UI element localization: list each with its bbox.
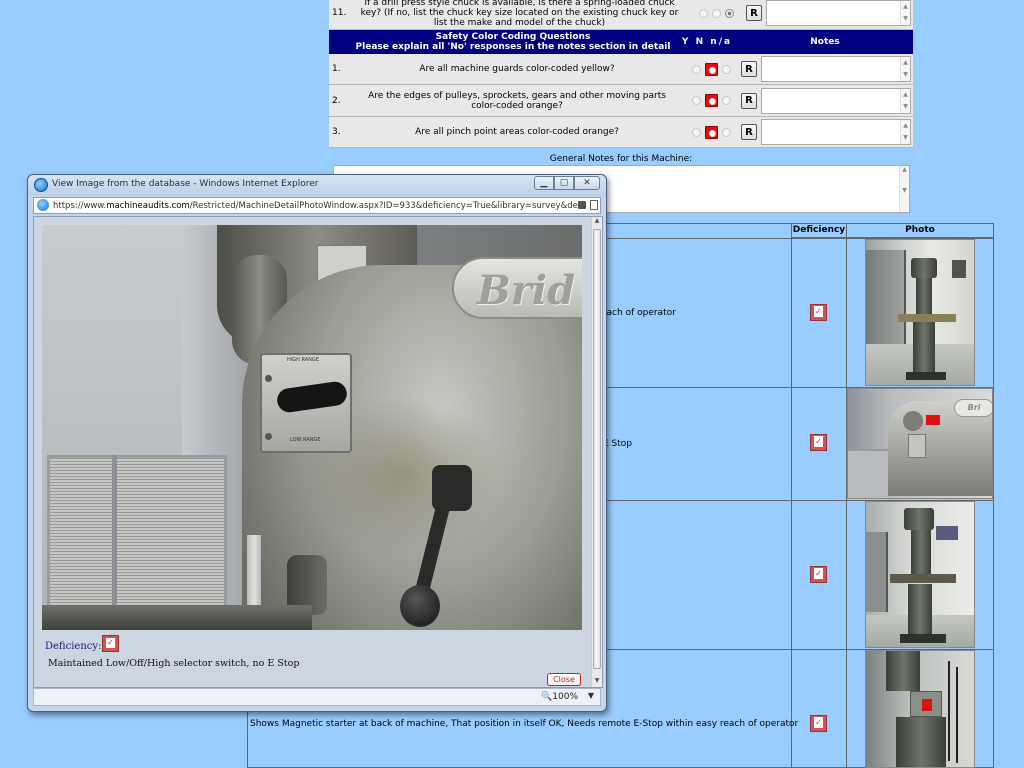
ie-page-icon — [37, 199, 49, 211]
radio-yes[interactable] — [691, 127, 701, 137]
machine-photo-thumbnail[interactable]: Bri — [847, 388, 993, 499]
question-row: 1. Are all machine guards color-coded ye… — [329, 54, 913, 85]
section-header: Safety Color Coding Questions Please exp… — [329, 30, 913, 54]
question-number: 2. — [332, 95, 341, 106]
scrollbar[interactable]: ▲ ▼ — [900, 57, 910, 81]
deficiency-checkbox[interactable] — [810, 566, 827, 583]
scrollbar[interactable]: ▲ ▼ — [900, 120, 910, 144]
url-text: https://www.machineaudits.com/Restricted… — [53, 201, 578, 211]
scroll-up-arrow[interactable]: ▲ — [592, 217, 602, 227]
section-title: Safety Color Coding Questions Please exp… — [329, 32, 677, 52]
question-row: 3. Are all pinch point areas color-coded… — [329, 117, 913, 148]
zoom-level[interactable]: 🔍100% — [541, 692, 578, 702]
zoom-value: 100% — [552, 692, 578, 702]
window-controls: ▁ ▢ ✕ — [534, 176, 600, 190]
radio-na[interactable] — [721, 96, 731, 105]
reset-button[interactable]: R — [741, 61, 757, 77]
radio-yes[interactable] — [698, 8, 708, 18]
photo-row-description: each of operator — [601, 308, 676, 318]
question-row: 2. Are the edges of pulleys, sprockets, … — [329, 85, 913, 117]
answer-radios — [685, 94, 737, 107]
question-text: Are all pinch point areas color-coded or… — [415, 127, 619, 137]
minimize-button[interactable]: ▁ — [534, 176, 554, 190]
notes-textarea[interactable]: ▲ ▼ — [761, 87, 911, 114]
col-n-header: N — [695, 37, 706, 47]
section-title-line1: Safety Color Coding Questions — [435, 32, 591, 42]
deficiency-header: Deficiency — [792, 224, 846, 238]
radio-no[interactable] — [711, 8, 721, 18]
switch-high-label: HIGH RANGE — [287, 357, 319, 363]
reset-button[interactable]: R — [746, 5, 762, 21]
window-titlebar[interactable]: View Image from the database - Windows I… — [28, 175, 606, 196]
scrollbar[interactable]: ▲ ▼ — [900, 1, 910, 25]
photo-description: Maintained Low/Off/High selector switch,… — [48, 658, 300, 669]
answer-column-headers: Y N n/a — [677, 37, 737, 47]
brand-text: Brid — [477, 267, 576, 314]
window-title: View Image from the database - Windows I… — [52, 179, 319, 189]
question-number: 11. — [332, 8, 347, 18]
page-icon[interactable] — [590, 200, 598, 210]
col-y-header: Y — [681, 37, 691, 47]
close-button[interactable]: Close — [547, 673, 581, 686]
scrollbar[interactable]: ▲ ▼ — [899, 166, 909, 212]
answer-radios — [685, 125, 737, 139]
photo-popup-window: View Image from the database - Windows I… — [27, 174, 607, 712]
question-number: 1. — [332, 64, 341, 74]
answer-radios — [690, 8, 742, 18]
radio-yes[interactable] — [691, 64, 701, 74]
notes-header: Notes — [810, 37, 840, 47]
radio-na[interactable] — [721, 127, 731, 137]
col-na-header: n/a — [710, 37, 733, 47]
scrollbar-thumb[interactable] — [593, 229, 601, 669]
maximize-button[interactable]: ▢ — [554, 176, 574, 190]
deficiency-checkbox[interactable] — [102, 635, 119, 652]
ie-logo-icon — [34, 178, 48, 192]
radio-no[interactable] — [704, 125, 718, 139]
reset-button[interactable]: R — [741, 92, 757, 109]
scroll-down-arrow[interactable]: ▼ — [592, 677, 602, 687]
radio-na[interactable] — [721, 64, 731, 74]
photo-header: Photo — [847, 224, 993, 238]
reset-button[interactable]: R — [741, 124, 757, 140]
question-text: If a drill press style chuck is availabl… — [360, 0, 679, 28]
switch-low-label: LOW RANGE — [290, 437, 321, 443]
deficiency-label: Deficiency: — [45, 641, 102, 652]
radio-no[interactable] — [704, 94, 718, 107]
question-text: Are all machine guards color-coded yello… — [419, 64, 615, 74]
question-row: 11. If a drill press style chuck is avai… — [329, 0, 913, 30]
address-bar[interactable]: https://www.machineaudits.com/Restricted… — [33, 197, 601, 214]
answer-radios — [685, 62, 737, 76]
photo-row-description: Shows Magnetic starter at back of machin… — [250, 719, 799, 729]
url-domain: machineaudits.com — [106, 201, 190, 211]
general-notes-label: General Notes for this Machine: — [549, 154, 693, 164]
url-path: /Restricted/MachineDetailPhotoWindow.asp… — [189, 201, 578, 211]
radio-no[interactable] — [704, 62, 718, 76]
zoom-dropdown-icon[interactable]: ▼ — [588, 691, 594, 700]
brand-plate: Bri — [954, 399, 992, 417]
question-text: Are the edges of pulleys, sprockets, gea… — [368, 90, 666, 111]
questionnaire-table: 11. If a drill press style chuck is avai… — [329, 0, 913, 148]
radio-yes[interactable] — [691, 96, 701, 105]
radio-na[interactable] — [724, 8, 734, 18]
machine-photo-thumbnail[interactable] — [865, 239, 975, 386]
deficiency-checkbox[interactable] — [810, 715, 827, 732]
close-window-button[interactable]: ✕ — [574, 176, 600, 190]
machine-photo-thumbnail[interactable] — [865, 650, 975, 768]
notes-textarea[interactable]: ▲ ▼ — [761, 56, 911, 82]
vertical-scrollbar[interactable]: ▲ ▼ — [591, 217, 602, 687]
machine-photo-large: Brid HIGH RANGE LOW RANGE — [42, 225, 582, 630]
machine-photo-thumbnail[interactable] — [865, 501, 975, 648]
lock-icon[interactable] — [578, 201, 586, 209]
popup-content: Brid HIGH RANGE LOW RANGE Deficiency: Ma… — [33, 216, 603, 688]
deficiency-checkbox[interactable] — [810, 304, 827, 321]
notes-textarea[interactable]: ▲ ▼ — [761, 119, 911, 145]
question-number: 3. — [332, 127, 341, 137]
scrollbar[interactable]: ▲ ▼ — [900, 88, 910, 113]
notes-textarea[interactable]: ▲ ▼ — [766, 0, 911, 26]
status-bar: 🔍100% ▼ — [33, 688, 601, 706]
photo-row-description: E Stop — [603, 439, 633, 449]
deficiency-checkbox[interactable] — [810, 434, 827, 451]
section-title-line2: Please explain all 'No' responses in the… — [355, 42, 671, 52]
url-prefix: https://www. — [53, 201, 107, 211]
